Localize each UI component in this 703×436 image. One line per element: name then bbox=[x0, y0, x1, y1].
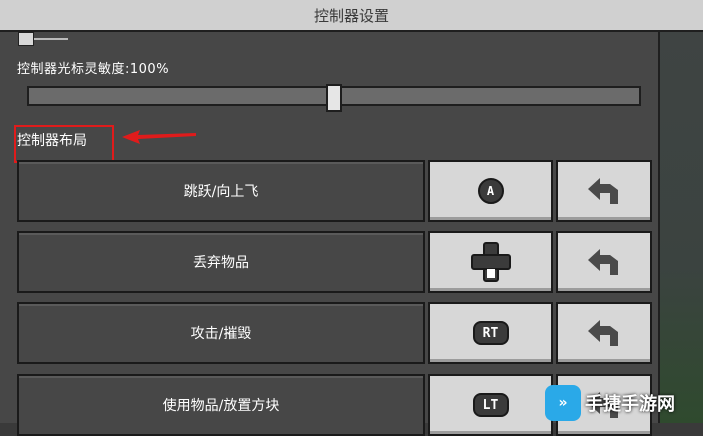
watermark-logo-icon: » bbox=[545, 384, 581, 421]
a-button-icon: A bbox=[477, 178, 504, 204]
highlight-box bbox=[14, 125, 114, 163]
watermark: » 手捷手游网 bbox=[545, 382, 703, 423]
sensitivity-slider-knob[interactable] bbox=[326, 84, 342, 112]
key-bind-button[interactable]: LT bbox=[428, 374, 553, 436]
action-label-button[interactable]: 攻击/摧毁 bbox=[17, 302, 425, 364]
dpad-down-icon bbox=[470, 242, 511, 282]
previous-slider[interactable] bbox=[18, 32, 68, 46]
sensitivity-slider[interactable] bbox=[27, 84, 641, 112]
reset-button[interactable] bbox=[556, 302, 652, 364]
lt-trigger-icon: LT bbox=[472, 393, 509, 417]
watermark-text: 手捷手游网 bbox=[585, 393, 675, 415]
rt-trigger-icon: RT bbox=[472, 321, 509, 345]
game-background bbox=[660, 32, 703, 423]
window-title: 控制器设置 bbox=[0, 0, 703, 32]
reset-arrow-icon bbox=[588, 178, 618, 204]
key-bind-button[interactable] bbox=[428, 231, 553, 293]
action-label-button[interactable]: 使用物品/放置方块 bbox=[17, 374, 425, 436]
reset-arrow-icon bbox=[588, 249, 618, 275]
reset-arrow-icon bbox=[588, 320, 618, 346]
action-label-button[interactable]: 跳跃/向上飞 bbox=[17, 160, 425, 222]
annotation-arrow-icon bbox=[122, 130, 196, 144]
key-bind-button[interactable]: A bbox=[428, 160, 553, 222]
sensitivity-label: 控制器光标灵敏度:100% bbox=[17, 62, 170, 77]
reset-button[interactable] bbox=[556, 160, 652, 222]
reset-button[interactable] bbox=[556, 231, 652, 293]
action-label-button[interactable]: 丢弃物品 bbox=[17, 231, 425, 293]
key-bind-button[interactable]: RT bbox=[428, 302, 553, 364]
previous-slider-knob[interactable] bbox=[18, 32, 34, 46]
